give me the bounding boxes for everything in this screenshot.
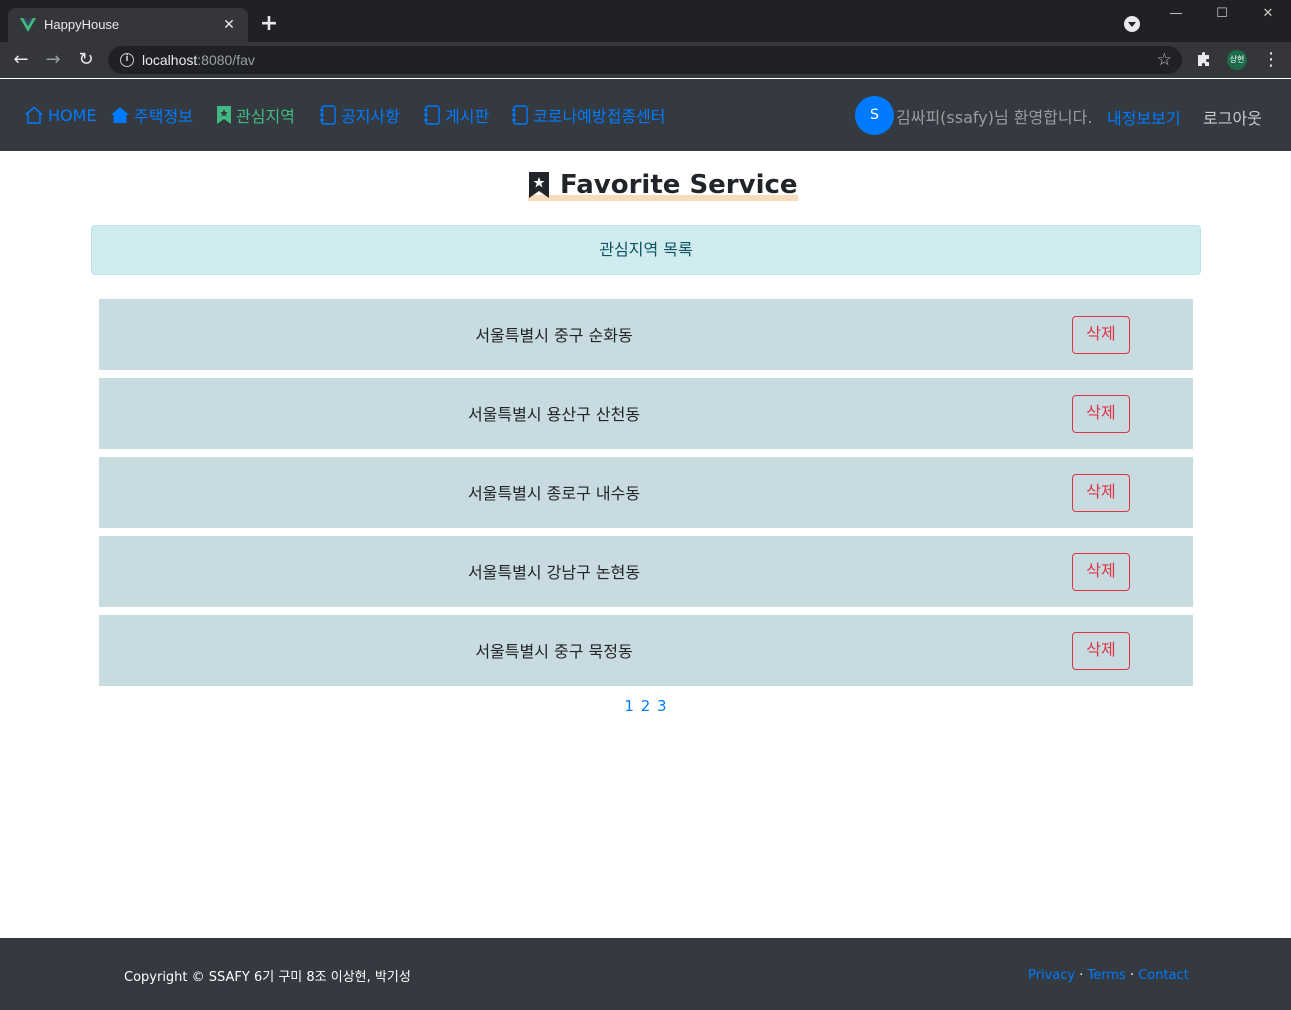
user-avatar: S bbox=[855, 96, 894, 135]
browser-tab[interactable]: HappyHouse ✕ bbox=[8, 8, 248, 42]
delete-button[interactable]: 삭제 bbox=[1072, 632, 1130, 670]
nav-favorites[interactable]: 관심지역 bbox=[216, 103, 295, 127]
delete-button[interactable]: 삭제 bbox=[1072, 395, 1130, 433]
delete-button[interactable]: 삭제 bbox=[1072, 474, 1130, 512]
page-title-text: Favorite Service bbox=[560, 170, 798, 200]
app-navbar: HOME 주택정보 관심지역 공지사항 게시판 코로나예방접종센터 S 김싸피(… bbox=[0, 79, 1291, 151]
address-bar[interactable]: i localhost:8080/fav ☆ bbox=[108, 46, 1182, 74]
page-link-3[interactable]: 3 bbox=[657, 697, 667, 715]
welcome-text: 김싸피(ssafy)님 환영합니다. bbox=[896, 108, 1093, 127]
list-item: 서울특별시 강남구 논현동 삭제 bbox=[99, 536, 1193, 607]
pagination: 1 2 3 bbox=[0, 697, 1291, 715]
browser-toolbar: ← → ↻ i localhost:8080/fav ☆ 상현 ⋮ bbox=[0, 42, 1291, 78]
favorites-list-header: 관심지역 목록 bbox=[91, 225, 1201, 275]
profile-avatar[interactable]: 상현 bbox=[1227, 50, 1247, 70]
copyright-text: Copyright © SSAFY 6기 구미 8조 이상현, 박기성 bbox=[124, 970, 411, 985]
nav-label: HOME bbox=[48, 105, 97, 125]
url-text: localhost:8080/fav bbox=[142, 52, 255, 68]
reload-icon[interactable]: ↻ bbox=[74, 48, 98, 72]
privacy-link[interactable]: Privacy bbox=[1028, 968, 1075, 983]
journal-icon bbox=[320, 105, 336, 125]
browser-tab-strip: HappyHouse ✕ + — ☐ ✕ bbox=[0, 0, 1291, 42]
region-name: 서울특별시 중구 묵정동 bbox=[475, 642, 633, 661]
nav-label: 주택정보 bbox=[134, 107, 193, 126]
logout-link[interactable]: 로그아웃 bbox=[1203, 105, 1262, 129]
tab-close-icon[interactable]: ✕ bbox=[220, 16, 238, 34]
region-name: 서울특별시 중구 순화동 bbox=[475, 326, 633, 345]
terms-link[interactable]: Terms bbox=[1088, 968, 1126, 983]
footer-separator: · bbox=[1129, 968, 1135, 983]
page-link-1[interactable]: 1 bbox=[624, 697, 634, 715]
page-link-2[interactable]: 2 bbox=[641, 697, 651, 715]
list-item: 서울특별시 종로구 내수동 삭제 bbox=[99, 457, 1193, 528]
region-name: 서울특별시 강남구 논현동 bbox=[467, 563, 641, 582]
bookmark-star-icon[interactable]: ☆ bbox=[1157, 50, 1172, 70]
nav-house-info[interactable]: 주택정보 bbox=[110, 103, 193, 127]
region-name: 서울특별시 종로구 내수동 bbox=[467, 484, 641, 503]
journal-icon bbox=[424, 105, 440, 125]
footer-separator: · bbox=[1079, 968, 1084, 983]
delete-button[interactable]: 삭제 bbox=[1072, 316, 1130, 354]
nav-vaccine-center[interactable]: 코로나예방접종센터 bbox=[511, 103, 665, 127]
delete-button[interactable]: 삭제 bbox=[1072, 553, 1130, 591]
nav-notice[interactable]: 공지사항 bbox=[319, 103, 400, 127]
nav-label: 코로나예방접종센터 bbox=[533, 107, 666, 126]
region-name: 서울특별시 용산구 산천동 bbox=[467, 405, 641, 424]
page-title: Favorite Service bbox=[528, 168, 798, 202]
window-close-icon[interactable]: ✕ bbox=[1253, 4, 1283, 24]
maximize-icon[interactable]: ☐ bbox=[1207, 4, 1237, 24]
nav-label: 관심지역 bbox=[236, 107, 295, 126]
vue-logo-icon bbox=[20, 18, 36, 32]
nav-board[interactable]: 게시판 bbox=[423, 103, 489, 127]
tab-title: HappyHouse bbox=[44, 17, 120, 32]
journal-icon bbox=[512, 105, 528, 125]
house-outline-icon bbox=[25, 106, 43, 124]
extensions-puzzle-icon[interactable] bbox=[1196, 51, 1212, 71]
footer-links: Privacy · Terms · Contact bbox=[1028, 968, 1189, 983]
site-info-icon[interactable]: i bbox=[120, 53, 134, 67]
nav-label: 공지사항 bbox=[341, 107, 400, 126]
nav-home[interactable]: HOME bbox=[24, 103, 97, 127]
minimize-icon[interactable]: — bbox=[1161, 4, 1191, 24]
bookmark-star-icon bbox=[529, 172, 549, 198]
back-icon[interactable]: ← bbox=[9, 48, 33, 72]
bookmark-star-icon bbox=[217, 106, 231, 124]
url-host: localhost bbox=[142, 52, 198, 68]
my-info-link[interactable]: 내정보보기 bbox=[1107, 105, 1181, 129]
nav-label: 게시판 bbox=[445, 107, 490, 126]
footer: Copyright © SSAFY 6기 구미 8조 이상현, 박기성 Priv… bbox=[0, 938, 1291, 1010]
contact-link[interactable]: Contact bbox=[1138, 968, 1189, 983]
browser-menu-icon[interactable]: ⋮ bbox=[1262, 48, 1280, 72]
list-item: 서울특별시 중구 순화동 삭제 bbox=[99, 299, 1193, 370]
media-control-icon[interactable] bbox=[1124, 16, 1140, 32]
list-item: 서울특별시 중구 묵정동 삭제 bbox=[99, 615, 1193, 686]
forward-icon[interactable]: → bbox=[41, 48, 65, 72]
url-path: :8080/fav bbox=[197, 52, 255, 68]
list-item: 서울특별시 용산구 산천동 삭제 bbox=[99, 378, 1193, 449]
new-tab-icon[interactable]: + bbox=[258, 13, 280, 35]
house-fill-icon bbox=[111, 107, 129, 123]
